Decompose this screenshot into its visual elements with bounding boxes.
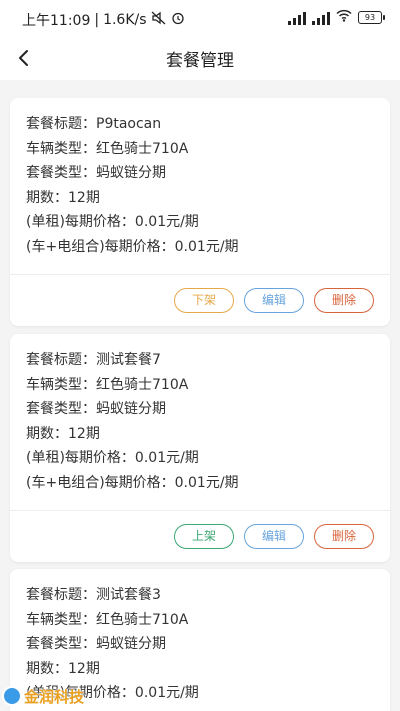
delete-button[interactable]: 删除 — [314, 523, 374, 549]
nav-bar: 套餐管理 — [0, 36, 400, 80]
edit-button[interactable]: 编辑 — [244, 287, 304, 313]
watermark-logo-icon — [2, 686, 22, 706]
package-title: 套餐标题：P9taocan — [26, 116, 162, 132]
signal-hd-icon — [312, 11, 330, 25]
list-button[interactable]: 上架 — [174, 523, 234, 549]
vehicle-type: 车辆类型：红色骑士710A — [26, 140, 189, 157]
package-type: 套餐类型：蚂蚁链分期 — [26, 165, 166, 182]
package-card: 套餐标题：P9taocan 车辆类型：红色骑士710A 套餐类型：蚂蚁链分期 期… — [10, 98, 390, 326]
periods: 期数：12期 — [26, 189, 100, 206]
network-speed: 1.6K/s — [103, 12, 147, 28]
signal-icon — [288, 11, 306, 25]
wifi-icon — [336, 9, 352, 26]
package-list[interactable]: 套餐标题：P9taocan 车辆类型：红色骑士710A 套餐类型：蚂蚁链分期 期… — [0, 80, 400, 711]
watermark: 金润科技 — [2, 684, 122, 708]
status-bar: 上午11:09 | 1.6K/s 93 — [0, 0, 400, 36]
status-separator: | — [94, 12, 100, 28]
battery-icon: 93 — [358, 11, 385, 24]
combo-price: (车+电组合)每期价格：0.01元/期 — [26, 474, 239, 491]
single-rent-price: (单租)每期价格：0.01元/期 — [26, 214, 199, 231]
edit-button[interactable]: 编辑 — [244, 523, 304, 549]
package-type: 套餐类型：蚂蚁链分期 — [26, 401, 166, 418]
card-actions: 上架 编辑 删除 — [10, 511, 390, 562]
vehicle-type: 车辆类型：红色骑士710A — [26, 611, 189, 628]
card-actions: 下架 编辑 删除 — [10, 275, 390, 326]
page-title: 套餐管理 — [166, 51, 234, 71]
watermark-text: 金润科技 — [24, 687, 85, 706]
periods: 期数：12期 — [26, 425, 100, 442]
vehicle-type: 车辆类型：红色骑士710A — [26, 376, 189, 393]
mute-icon — [151, 11, 167, 29]
package-title: 套餐标题：测试套餐3 — [26, 587, 161, 603]
status-left: 上午11:09 | 1.6K/s — [22, 10, 185, 30]
single-rent-price: (单租)每期价格：0.01元/期 — [26, 450, 199, 467]
package-card: 套餐标题：测试套餐7 车辆类型：红色骑士710A 套餐类型：蚂蚁链分期 期数：1… — [10, 334, 390, 562]
alarm-icon — [171, 11, 185, 29]
package-title: 套餐标题：测试套餐7 — [26, 352, 161, 368]
status-right: 93 — [288, 9, 385, 26]
periods: 期数：12期 — [26, 660, 100, 677]
package-type: 套餐类型：蚂蚁链分期 — [26, 636, 166, 653]
unlist-button[interactable]: 下架 — [174, 287, 234, 313]
delete-button[interactable]: 删除 — [314, 287, 374, 313]
status-time: 上午11:09 — [22, 13, 91, 29]
combo-price: (车+电组合)每期价格：0.01元/期 — [26, 238, 239, 255]
